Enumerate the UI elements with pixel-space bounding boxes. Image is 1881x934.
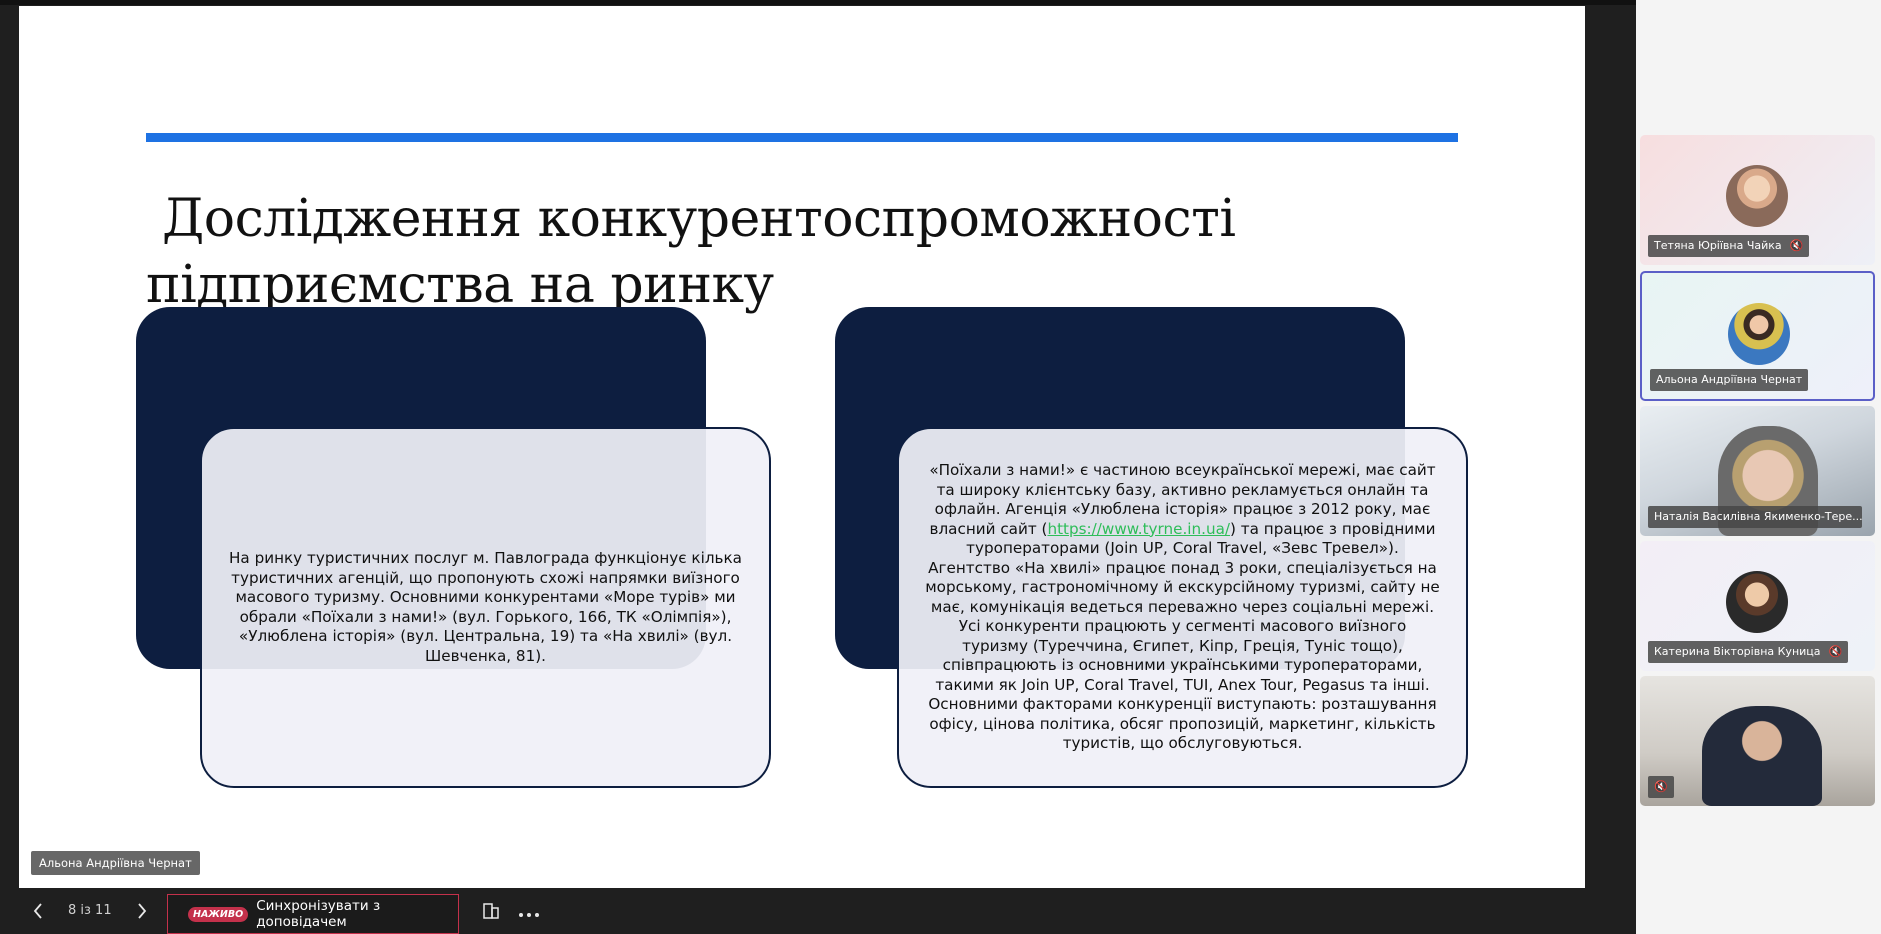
top-strip [0, 0, 1636, 5]
sync-with-presenter-button[interactable]: НАЖИВО Синхронізувати з доповідачем [167, 894, 459, 934]
card2-link[interactable]: https://www.tyrne.in.ua/ [1047, 520, 1230, 538]
card2-text-part2: ) та працює з провідними туроператорами … [925, 519, 1440, 753]
participant-video [1702, 706, 1822, 806]
participant-name-tag: Катерина Вікторівна Куница 🔇 [1648, 641, 1849, 663]
avatar [1728, 303, 1790, 365]
slide-accent-bar [146, 133, 1458, 142]
slide-title: Дослідження конкурентоспроможності підпр… [146, 186, 1346, 318]
participant-name: Альона Андріївна Чернат [1656, 373, 1803, 386]
participant-tile[interactable]: Катерина Вікторівна Куница 🔇 [1640, 541, 1875, 671]
card1-text-box: На ринку туристичних послуг м. Павлоград… [200, 427, 771, 788]
more-icon [519, 913, 539, 917]
chevron-right-icon [138, 903, 147, 919]
avatar [1726, 165, 1788, 227]
next-slide-button[interactable] [126, 888, 158, 934]
sync-label: Синхронізувати з доповідачем [256, 898, 381, 930]
mic-muted-icon: 🔇 [1654, 780, 1668, 793]
live-badge: НАЖИВО [188, 906, 249, 922]
slide: Дослідження конкурентоспроможності підпр… [19, 6, 1585, 888]
card2-text-box: «Поїхали з нами!» є частиною всеукраїнсь… [897, 427, 1468, 788]
layout-icon [483, 903, 499, 919]
layout-button[interactable] [476, 888, 506, 934]
participant-name-tag: 🔇 [1648, 776, 1674, 798]
presenter-controls: 8 із 11 НАЖИВО Синхронізувати з доповіда… [0, 888, 1636, 934]
participant-name-tag: Альона Андріївна Чернат [1650, 369, 1809, 391]
mic-muted-icon: 🔇 [1828, 645, 1843, 658]
avatar [1726, 571, 1788, 633]
participant-tile[interactable]: 🔇 [1640, 676, 1875, 806]
mic-muted-icon: 🔇 [1789, 239, 1804, 252]
participant-tile[interactable]: Тетяна Юріївна Чайка 🔇 [1640, 135, 1875, 265]
participants-panel: Тетяна Юріївна Чайка 🔇 Альона Андріївна … [1636, 0, 1881, 934]
page-counter: 8 із 11 [68, 903, 112, 918]
slide-title-line1: Дослідження конкурентоспроможності [146, 189, 1236, 249]
card1-text: На ринку туристичних послуг м. Павлоград… [229, 549, 742, 665]
presentation-stage: Дослідження конкурентоспроможності підпр… [0, 0, 1636, 934]
participant-name: Наталія Василівна Якименко-Тере... [1654, 510, 1862, 523]
presenter-name-badge: Альона Андріївна Чернат [31, 851, 200, 875]
participant-tile[interactable]: Альона Андріївна Чернат [1640, 271, 1875, 401]
participant-name: Тетяна Юріївна Чайка [1654, 239, 1782, 252]
card2-text: «Поїхали з нами!» є частиною всеукраїнсь… [925, 461, 1440, 754]
more-options-button[interactable] [513, 888, 545, 934]
participant-name-tag: Тетяна Юріївна Чайка 🔇 [1648, 235, 1810, 257]
participant-name-tag: Наталія Василівна Якименко-Тере... [1648, 506, 1862, 528]
participant-tile[interactable]: Наталія Василівна Якименко-Тере... [1640, 406, 1875, 536]
previous-slide-button[interactable] [22, 888, 54, 934]
chevron-left-icon [33, 903, 42, 919]
participant-name: Катерина Вікторівна Куница [1654, 645, 1821, 658]
